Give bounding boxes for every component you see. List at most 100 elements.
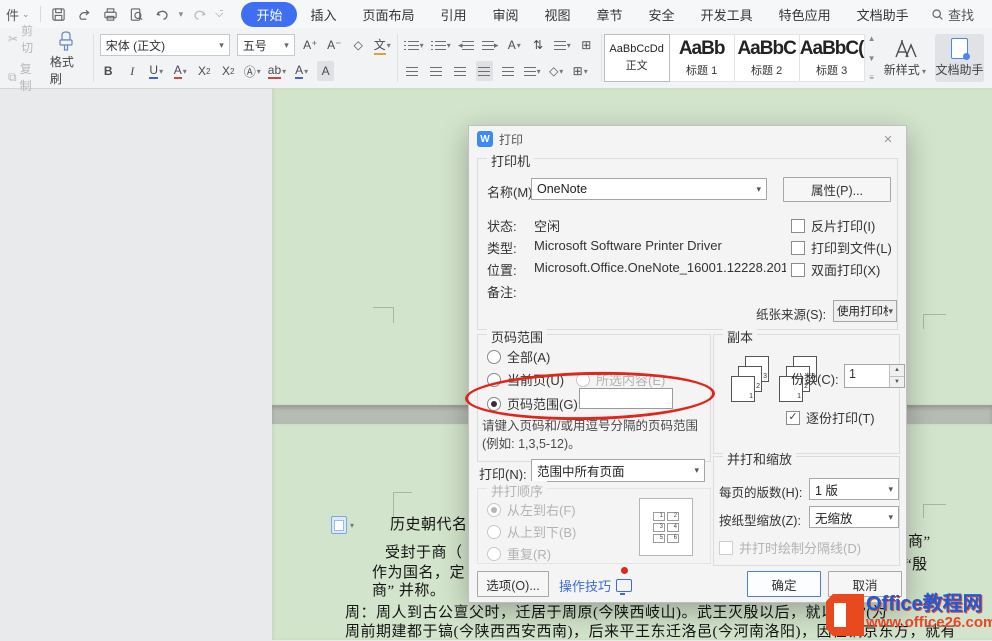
- text-tool-button[interactable]: A▾: [506, 35, 523, 55]
- copies-value[interactable]: 1: [845, 365, 889, 387]
- font-size-select[interactable]: 五号 ▾: [237, 34, 295, 56]
- print-what-select[interactable]: 范围中所有页面 ▾: [531, 459, 705, 482]
- properties-button[interactable]: 属性(P)...: [783, 177, 891, 202]
- clear-format-button[interactable]: ◇: [350, 35, 367, 55]
- spinner-arrows[interactable]: ▲ ▼: [889, 365, 904, 387]
- dialog-titlebar[interactable]: W 打印 ×: [469, 126, 906, 152]
- justify-button[interactable]: [476, 61, 493, 81]
- tab-doc-assistant[interactable]: 文档助手: [844, 2, 922, 27]
- borders-button[interactable]: ⊞▾: [572, 61, 589, 81]
- sort-button[interactable]: ⇅: [530, 35, 547, 55]
- doc-assistant-button[interactable]: 文档助手: [935, 34, 984, 82]
- highlight-color-button[interactable]: ab ▾: [268, 61, 286, 81]
- collate-checkbox[interactable]: ✓ 逐份打印(T): [786, 408, 875, 427]
- print-preview-icon[interactable]: [127, 4, 147, 24]
- search-icon: [931, 8, 944, 21]
- increase-font-button[interactable]: A⁺: [302, 35, 319, 55]
- copy-button[interactable]: ⧉ 复制: [8, 60, 41, 94]
- page-range-input[interactable]: [579, 388, 673, 409]
- tab-home[interactable]: 开始: [241, 2, 297, 27]
- subscript-button[interactable]: X 2: [220, 61, 237, 81]
- undo-icon[interactable]: [153, 4, 173, 24]
- scale-to-paper-select[interactable]: 无缩放 ▾: [809, 506, 899, 528]
- format-painter-button[interactable]: 格式刷: [45, 29, 87, 88]
- strikethrough-button[interactable]: A ▾: [172, 61, 189, 81]
- style-heading3[interactable]: AaBbC( 标题 3: [800, 34, 865, 82]
- new-style-button[interactable]: 新样式 ▾: [879, 28, 932, 88]
- range-current-radio[interactable]: 当前页(U): [487, 370, 564, 389]
- duplex-checkbox[interactable]: 双面打印(X): [791, 260, 880, 279]
- gallery-scrollbar[interactable]: ▲ ▼ ≡: [865, 32, 879, 84]
- tab-view[interactable]: 视图: [532, 2, 584, 27]
- find-control[interactable]: 查找: [931, 5, 974, 24]
- close-icon[interactable]: ×: [878, 131, 898, 148]
- tab-insert[interactable]: 插入: [297, 2, 349, 27]
- font-name-select[interactable]: 宋体 (正文) ▾: [100, 34, 230, 56]
- tips-link[interactable]: 操作技巧: [559, 576, 632, 595]
- print-to-file-checkbox[interactable]: 打印到文件(L): [791, 238, 892, 257]
- printer-name-select[interactable]: OneNote ▾: [531, 178, 767, 200]
- range-pages-radio[interactable]: 页码范围(G):: [487, 394, 581, 413]
- bold-button[interactable]: B: [100, 61, 117, 81]
- print-icon[interactable]: [101, 4, 121, 24]
- chevron-down-icon: ▾: [159, 67, 163, 76]
- customize-toolbar-icon[interactable]: ⌵̄: [215, 8, 223, 21]
- cut-button[interactable]: ✂ 剪切: [8, 22, 41, 56]
- radio-icon: [487, 525, 501, 539]
- scroll-down-icon[interactable]: ▼: [868, 54, 876, 63]
- style-normal[interactable]: AaBbCcDd 正文: [604, 34, 670, 82]
- undo-dropdown-icon[interactable]: ▾: [179, 9, 184, 20]
- align-left-button[interactable]: [404, 61, 421, 81]
- file-menu[interactable]: 件 ⌄: [0, 5, 36, 24]
- align-center-button[interactable]: [428, 61, 445, 81]
- decrease-font-button[interactable]: A⁻: [326, 35, 343, 55]
- range-all-radio[interactable]: 全部(A): [487, 347, 550, 366]
- bullets-button[interactable]: ▾: [404, 35, 424, 55]
- save-icon[interactable]: [49, 4, 69, 24]
- tab-developer[interactable]: 开发工具: [688, 2, 766, 27]
- increase-indent-button[interactable]: ▸: [482, 35, 499, 55]
- decrease-indent-button[interactable]: ◂: [458, 35, 475, 55]
- pages-per-sheet-select[interactable]: 1 版 ▾: [809, 478, 899, 500]
- redo-icon[interactable]: [189, 4, 209, 24]
- options-button[interactable]: 选项(O)...: [477, 571, 549, 597]
- tab-references[interactable]: 引用: [427, 2, 479, 27]
- gallery-more-icon[interactable]: ≡: [869, 73, 874, 82]
- tab-review[interactable]: 审阅: [480, 2, 532, 27]
- tab-security[interactable]: 安全: [636, 2, 688, 27]
- text-effects-button[interactable]: Ⓐ ▾: [244, 61, 261, 81]
- italic-button[interactable]: I: [124, 61, 141, 81]
- style-sample: AaBbC(: [800, 38, 864, 60]
- numbering-button[interactable]: ▾: [431, 35, 451, 55]
- style-heading2[interactable]: AaBbC 标题 2: [735, 34, 800, 82]
- align-right-button[interactable]: [452, 61, 469, 81]
- underline-button[interactable]: U ▾: [148, 61, 165, 81]
- chevron-down-icon: ▾: [304, 67, 308, 76]
- site-watermark: Office教程网 www.office26.com: [826, 594, 992, 636]
- tab-setting-button[interactable]: ⊞: [578, 35, 595, 55]
- phonetic-guide-button[interactable]: 文 ▾: [374, 35, 391, 55]
- tab-section[interactable]: 章节: [584, 2, 636, 27]
- spin-up-icon[interactable]: ▲: [890, 365, 904, 377]
- paper-source-select[interactable]: 使用打印机设置 ▾: [833, 300, 897, 322]
- divider: [93, 34, 94, 82]
- tab-page-layout[interactable]: 页面布局: [349, 2, 427, 27]
- font-color-button[interactable]: A ▾: [293, 61, 310, 81]
- mirror-print-checkbox[interactable]: 反片打印(I): [791, 216, 875, 235]
- distribute-button[interactable]: [500, 61, 517, 81]
- spin-down-icon[interactable]: ▼: [890, 377, 904, 388]
- export-pdf-icon[interactable]: [75, 4, 95, 24]
- line-spacing-tool-button[interactable]: ▾: [554, 35, 571, 55]
- style-heading1[interactable]: AaBb 标题 1: [670, 34, 735, 82]
- sub-mark: 2: [230, 67, 234, 76]
- copies-spinner[interactable]: 1 ▲ ▼: [844, 364, 905, 388]
- draw-separator-label: 并打时绘制分隔线(D): [739, 538, 861, 557]
- paragraph-spacing-button[interactable]: ▾: [524, 61, 541, 81]
- tab-special-apps[interactable]: 特色应用: [766, 2, 844, 27]
- paste-options-button[interactable]: ▾: [331, 516, 361, 534]
- character-shading-button[interactable]: A: [317, 61, 334, 81]
- shading-button[interactable]: ◇▾: [548, 61, 565, 81]
- scroll-up-icon[interactable]: ▲: [868, 34, 876, 43]
- superscript-button[interactable]: X 2: [196, 61, 213, 81]
- ok-button[interactable]: 确定: [747, 571, 821, 597]
